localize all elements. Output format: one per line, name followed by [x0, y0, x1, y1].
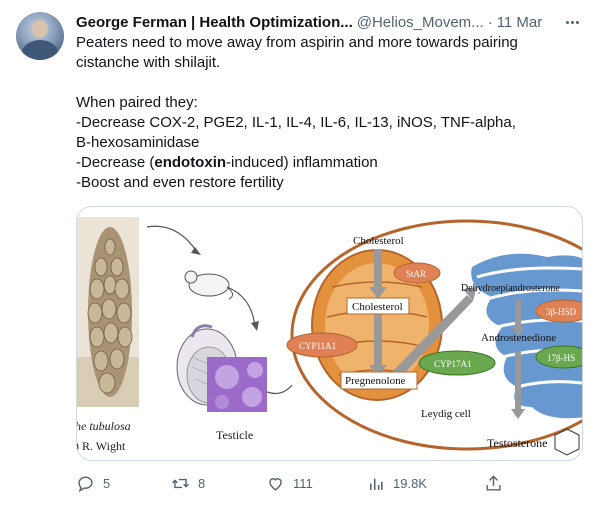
label-dhea: Dehydroepiandrosterone: [461, 283, 560, 294]
label-leydig-cell: Leydig cell: [421, 408, 471, 420]
tweet-text: Peaters need to move away from aspirin a…: [76, 33, 576, 193]
bold-keyword: endotoxin: [154, 154, 227, 171]
retweet-button[interactable]: 8: [171, 472, 205, 494]
views-button[interactable]: 19.8K: [366, 472, 427, 494]
tweet-header: George Ferman | Health Optimization... @…: [76, 12, 582, 32]
tweet-line: cistanche with shilajit.: [76, 54, 221, 71]
enzyme-3b-hsd: 3β-HSD: [535, 299, 582, 323]
tweet-date[interactable]: 11 Mar: [497, 14, 543, 31]
testicle-label: Testicle: [216, 428, 253, 442]
views-chart-icon: [369, 478, 383, 490]
retweet-icon: [172, 478, 189, 488]
reply-count: 5: [103, 475, 111, 491]
svg-text:3β-HSD: 3β-HSD: [546, 307, 577, 317]
tweet-image[interactable]: he tubulosa ) R. Wight Testicle Choleste…: [76, 206, 583, 461]
share-button[interactable]: [484, 472, 511, 494]
label-testosterone: Testosterone: [487, 436, 547, 450]
enzyme-cyp17a1: CYP17A1: [418, 350, 496, 376]
avatar-shoulders: [22, 40, 58, 60]
mouse-illustration: [184, 270, 233, 300]
svg-text:Cholesterol: Cholesterol: [352, 301, 403, 313]
line-prefix: -Decrease (: [76, 154, 155, 171]
tweet-line: -Decrease COX-2, PGE2, IL-1, IL-4, IL-6,…: [76, 114, 516, 131]
tweet-line: When paired they:: [76, 94, 198, 111]
action-bar: 5 8 111 19.8K: [76, 472, 506, 494]
reply-icon: [78, 475, 93, 492]
author-caption: ) R. Wight: [77, 439, 126, 453]
enzyme-17b-hsd: 17β-HS: [535, 345, 582, 369]
cholesterol-mid-box: Cholesterol: [346, 297, 410, 315]
share-icon: [486, 474, 501, 491]
label-androstenedione: Androstenedione: [481, 332, 556, 344]
separator-dot: ·: [487, 13, 493, 31]
species-caption: he tubulosa: [77, 419, 131, 433]
heart-icon: [269, 477, 282, 491]
svg-text:StAR: StAR: [406, 269, 426, 279]
enzyme-star: StAR: [393, 262, 441, 284]
avatar[interactable]: [16, 12, 64, 60]
views-count: 19.8K: [393, 475, 427, 491]
svg-text:CYP11A1: CYP11A1: [299, 341, 336, 351]
enzyme-cyp11a1: CYP11A1: [286, 332, 358, 358]
like-count: 111: [293, 475, 313, 491]
svg-text:Pregnenolone: Pregnenolone: [345, 375, 406, 387]
pregnenolone-box: Pregnenolone: [340, 371, 418, 390]
like-button[interactable]: 111: [266, 472, 313, 494]
label-cholesterol-top: Cholesterol: [353, 235, 404, 247]
svg-text:CYP17A1: CYP17A1: [434, 359, 472, 369]
reply-button[interactable]: 5: [76, 472, 110, 494]
tweet-line-blank: [76, 73, 576, 93]
author-name[interactable]: George Ferman | Health Optimization...: [76, 14, 353, 31]
tweet-line: -Boost and even restore fertility: [76, 174, 284, 191]
tweet-line: B-hexosaminidase: [76, 134, 200, 151]
avatar-head: [32, 20, 48, 38]
tweet-line: Peaters need to move away from aspirin a…: [76, 34, 518, 51]
steroid-ring: [554, 428, 580, 456]
tweet-line: -Decrease (endotoxin-induced) inflammati…: [76, 153, 576, 173]
testis-histology: [207, 357, 267, 412]
line-suffix: -induced) inflammation: [226, 154, 378, 171]
more-options-icon[interactable]: [562, 12, 582, 32]
retweet-count: 8: [198, 475, 206, 491]
author-handle[interactable]: @Helios_Movem...: [357, 14, 484, 31]
svg-text:17β-HS: 17β-HS: [547, 353, 575, 363]
